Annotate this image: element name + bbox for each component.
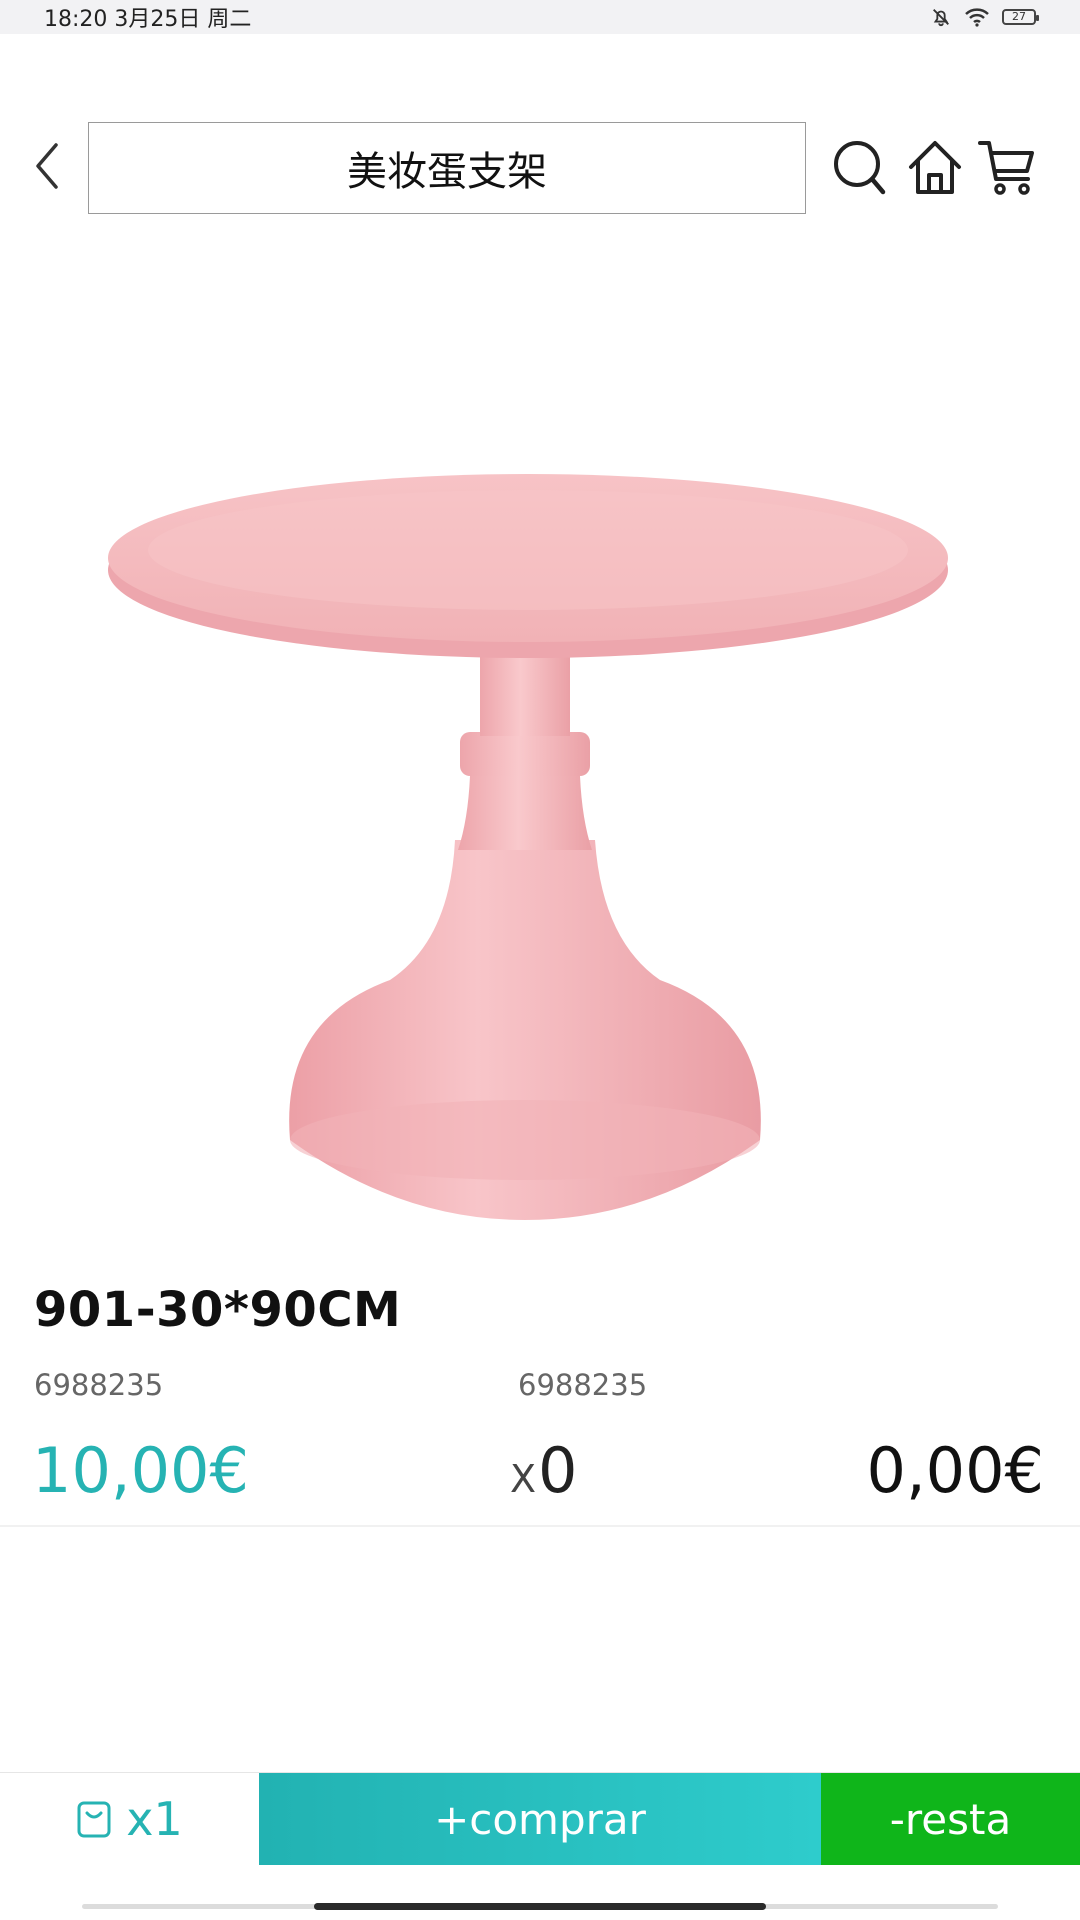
gesture-nav-handle[interactable]	[314, 1903, 766, 1910]
back-button[interactable]	[24, 136, 70, 196]
cart-icon	[978, 141, 1034, 195]
battery-icon: 27	[1002, 9, 1039, 25]
product-code: 6988235	[34, 1368, 164, 1402]
total-price: 0,00€	[866, 1434, 1045, 1507]
bell-muted-icon	[933, 9, 949, 27]
wifi-icon	[965, 8, 989, 27]
quantity-prefix: X	[510, 1457, 537, 1501]
home-icon	[909, 141, 961, 194]
product-name: 901-30*90CM	[34, 1282, 402, 1338]
header: 美妆蛋支架	[0, 120, 1080, 214]
quantity-value: 0	[538, 1434, 578, 1507]
cart-button[interactable]	[976, 134, 1038, 200]
quantity: X 0	[510, 1434, 578, 1507]
search-icon	[834, 141, 886, 195]
product-barcode: 6988235	[518, 1368, 648, 1402]
home-button[interactable]	[904, 134, 966, 200]
status-time-date: 18:20 3月25日 周二	[44, 7, 252, 32]
buy-button[interactable]: +comprar	[259, 1773, 821, 1865]
status-icons: 27	[930, 6, 1039, 28]
status-bar: 18:20 3月25日 周二 27	[0, 0, 1080, 34]
bag-count-label: x1	[126, 1792, 183, 1846]
remove-button[interactable]: -resta	[821, 1773, 1080, 1865]
bag-count-button[interactable]: x1	[0, 1773, 259, 1865]
bottom-action-bar: x1 +comprar -resta	[0, 1772, 1080, 1865]
page-title: 美妆蛋支架	[88, 122, 806, 214]
search-button[interactable]	[828, 134, 890, 200]
back-arrow-icon	[36, 143, 58, 189]
divider	[0, 1525, 1080, 1527]
product-image	[108, 474, 948, 1220]
unit-price: 10,00€	[32, 1434, 249, 1507]
bag-icon	[77, 1801, 111, 1838]
